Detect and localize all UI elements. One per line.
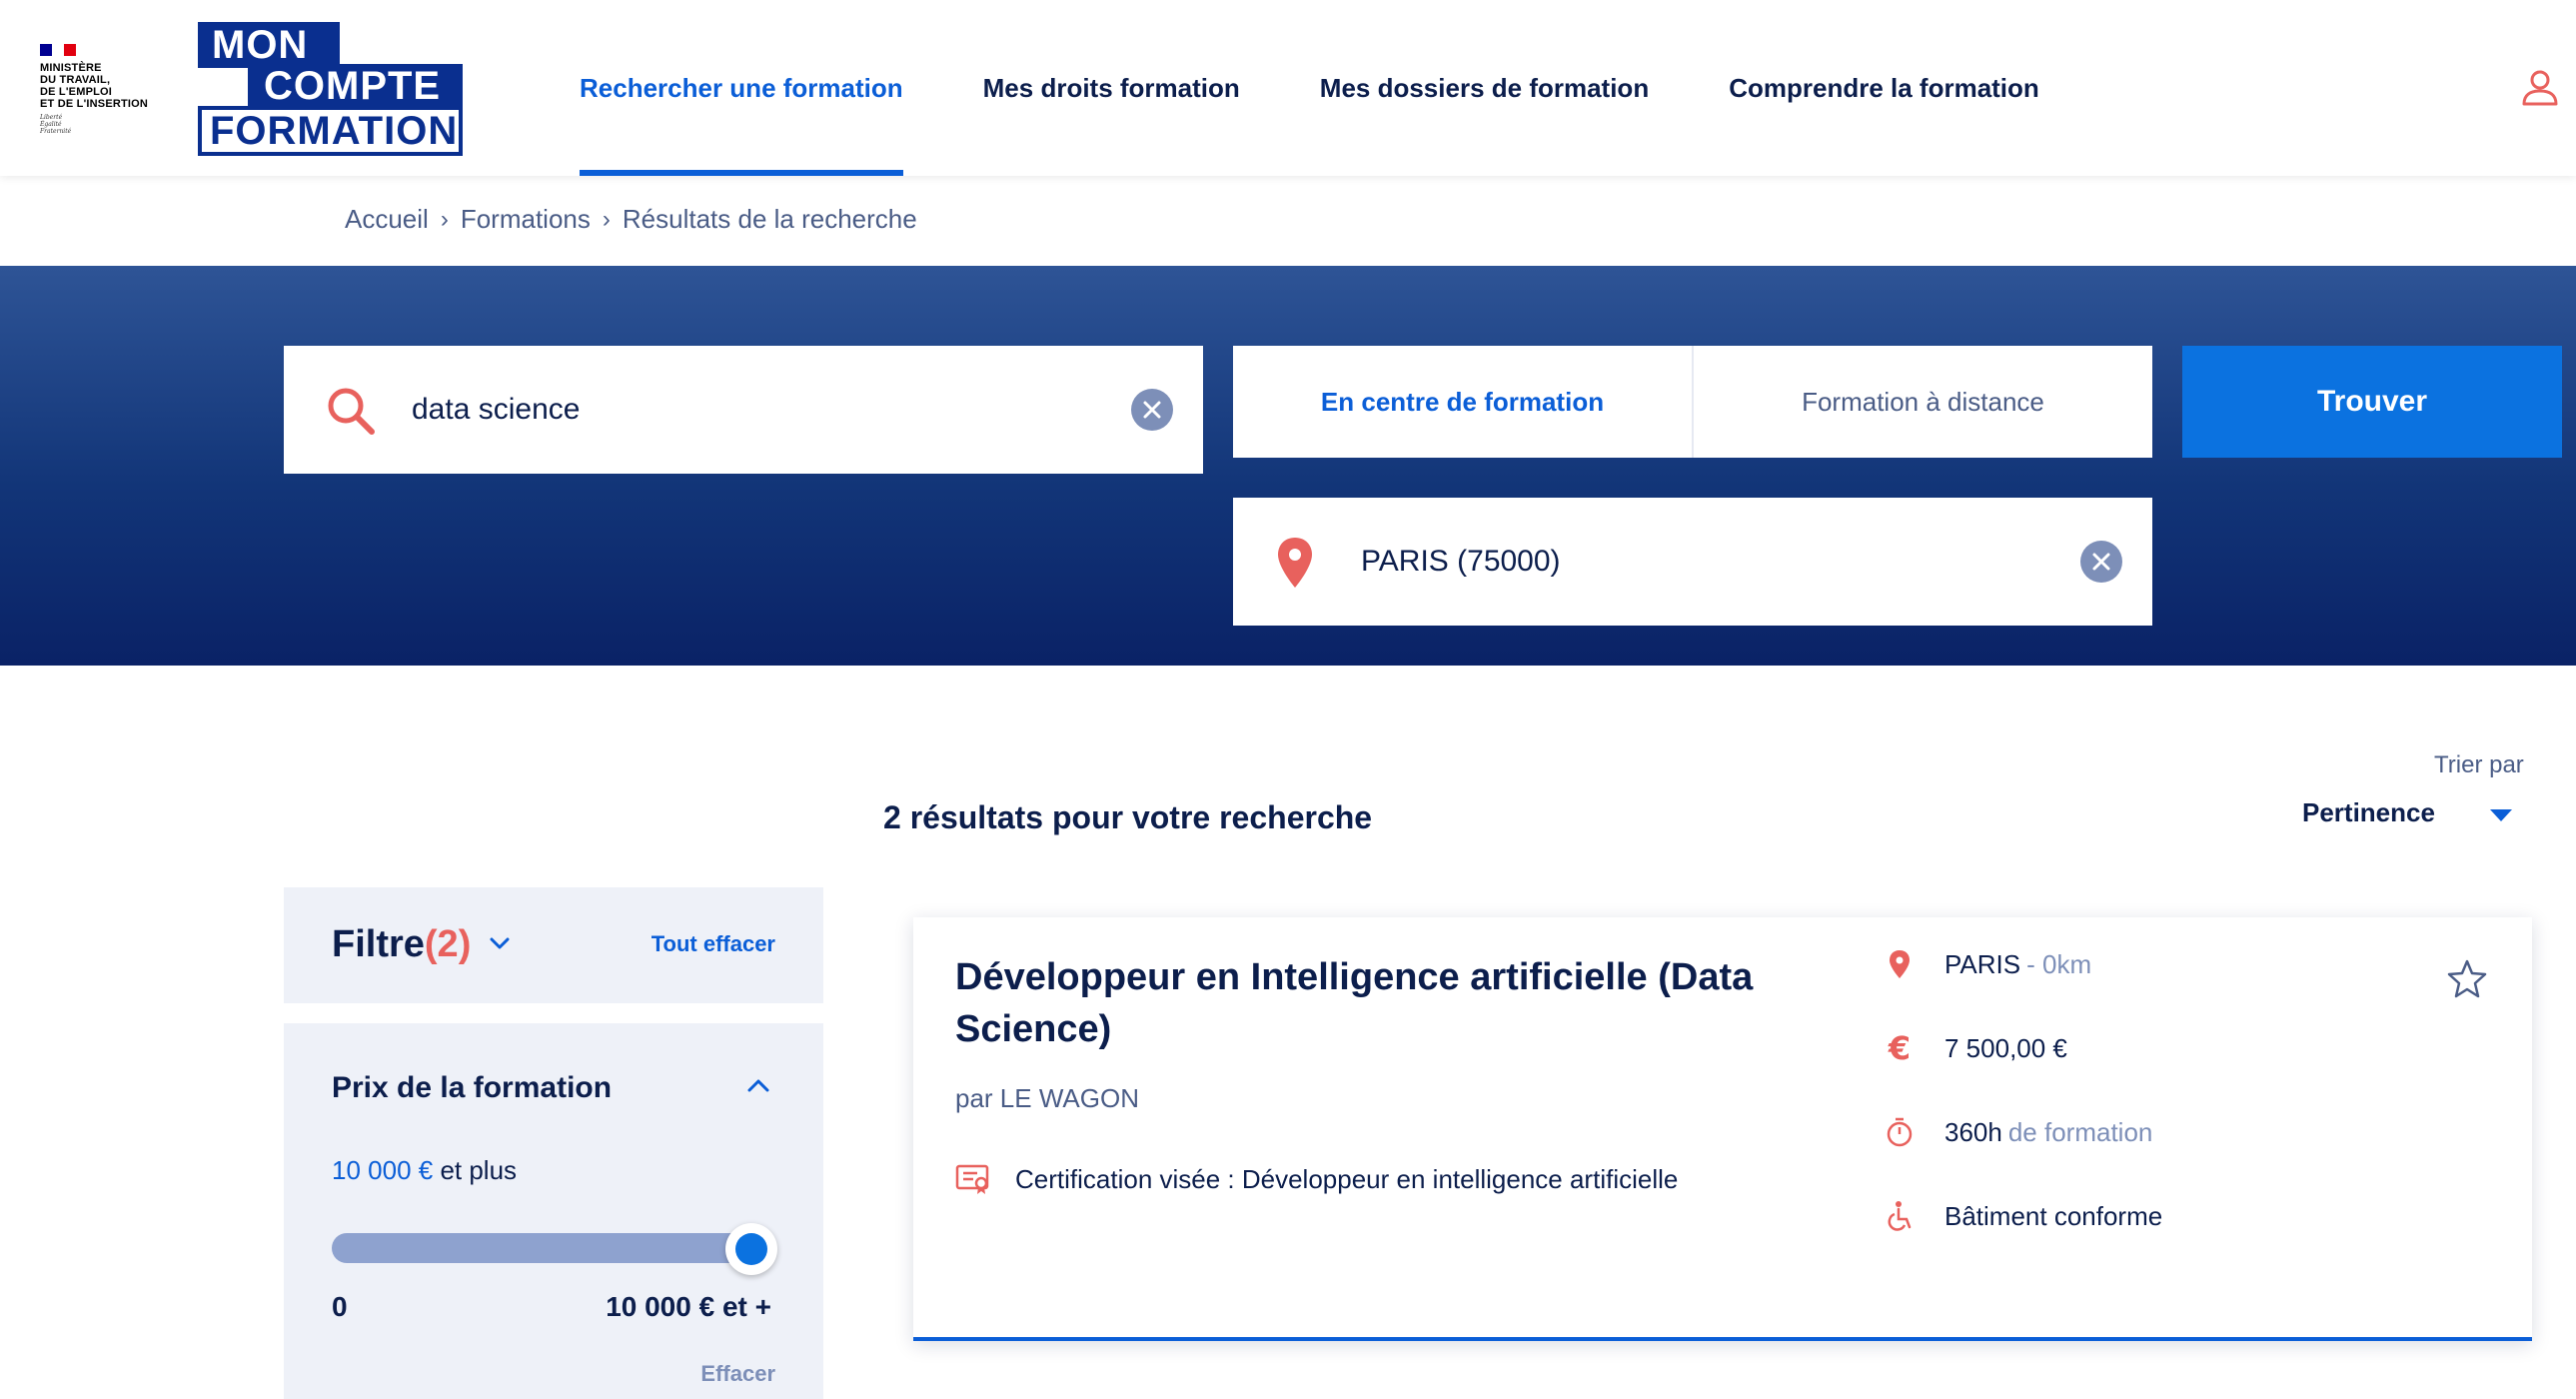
- price-slider-track[interactable]: [332, 1233, 771, 1263]
- search-band: data science En centre de formation Form…: [0, 266, 2576, 666]
- french-flag-icon: [40, 44, 76, 56]
- location-input[interactable]: PARIS (75000): [1233, 498, 2152, 626]
- sort-select[interactable]: Pertinence: [2302, 797, 2512, 833]
- search-input[interactable]: data science: [284, 346, 1203, 474]
- nav-understand-training[interactable]: Comprendre la formation: [1729, 0, 2039, 176]
- mon-compte-formation-logo[interactable]: MON COMPTE FORMATION: [198, 22, 463, 156]
- user-icon[interactable]: [2520, 68, 2560, 108]
- logo-line-mon: MON: [198, 22, 340, 68]
- search-icon: [328, 388, 375, 435]
- breadcrumb: Accueil › Formations › Résultats de la r…: [345, 204, 917, 235]
- mode-distance-button[interactable]: Formation à distance: [1692, 346, 2152, 458]
- price-slider-min: 0: [332, 1291, 348, 1322]
- main-nav: Rechercher une formation Mes droits form…: [580, 0, 2119, 176]
- caret-down-icon: [2490, 809, 2512, 821]
- training-title[interactable]: Développeur en Intelligence artificielle…: [955, 951, 1815, 1055]
- stopwatch-icon: [1883, 1115, 1917, 1149]
- filter-header: Filtre(2) Tout effacer: [284, 887, 823, 1003]
- wheelchair-icon: [1883, 1199, 1917, 1233]
- training-accessibility: Bâtiment conforme: [1883, 1199, 2162, 1233]
- star-icon[interactable]: [2446, 957, 2488, 999]
- ministry-name: MINISTÈRE DU TRAVAIL, DE L'EMPLOI ET DE …: [40, 62, 149, 110]
- training-price: € 7 500,00 €: [1883, 1029, 2067, 1067]
- price-filter-title[interactable]: Prix de la formation: [332, 1071, 612, 1105]
- clear-all-filters-button[interactable]: Tout effacer: [651, 931, 775, 957]
- chevron-right-icon: ›: [602, 205, 611, 233]
- logo-line-formation: FORMATION: [198, 106, 463, 156]
- certificate-icon: [955, 1164, 989, 1194]
- training-organization: par LE WAGON: [955, 1083, 1139, 1113]
- find-button[interactable]: Trouver: [2182, 346, 2562, 458]
- training-certification: Certification visée : Développeur en int…: [955, 1163, 1678, 1195]
- price-filter-panel: Prix de la formation 10 000 € et plus 0 …: [284, 1023, 823, 1399]
- location-pin-icon: [1278, 538, 1312, 588]
- price-slider-handle[interactable]: [725, 1223, 777, 1275]
- breadcrumb-current: Résultats de la recherche: [622, 204, 917, 234]
- mode-in-center-button[interactable]: En centre de formation: [1233, 346, 1692, 458]
- ministry-logo[interactable]: MINISTÈRE DU TRAVAIL, DE L'EMPLOI ET DE …: [40, 44, 180, 135]
- chevron-right-icon: ›: [440, 205, 449, 233]
- filter-title[interactable]: Filtre(2): [332, 923, 471, 966]
- price-slider-max: 10 000 € et +: [606, 1291, 771, 1322]
- site-header: MINISTÈRE DU TRAVAIL, DE L'EMPLOI ET DE …: [0, 0, 2576, 176]
- search-query-value: data science: [412, 393, 581, 426]
- filter-count: (2): [424, 923, 472, 965]
- results-count: 2 résultats pour votre recherche: [883, 799, 1373, 835]
- location-pin-icon: [1883, 947, 1917, 981]
- training-mode-toggle: En centre de formation Formation à dista…: [1233, 346, 2152, 458]
- nav-search-training[interactable]: Rechercher une formation: [580, 0, 903, 176]
- price-filter-value: 10 000 € et plus: [332, 1155, 518, 1185]
- breadcrumb-formations[interactable]: Formations: [461, 204, 591, 235]
- training-result-card[interactable]: Développeur en Intelligence artificielle…: [913, 917, 2532, 1341]
- location-value: PARIS (75000): [1361, 545, 1561, 578]
- nav-my-rights[interactable]: Mes droits formation: [983, 0, 1240, 176]
- breadcrumb-home[interactable]: Accueil: [345, 204, 429, 235]
- nav-my-files[interactable]: Mes dossiers de formation: [1320, 0, 1649, 176]
- chevron-up-icon[interactable]: [745, 1073, 771, 1099]
- euro-icon: €: [1888, 1029, 1912, 1067]
- sort-label: Trier par: [2434, 751, 2524, 778]
- clear-search-icon[interactable]: [1131, 389, 1173, 431]
- clear-location-icon[interactable]: [2080, 541, 2122, 583]
- republic-motto: Liberté Égalité Fraternité: [40, 114, 72, 135]
- training-location: PARIS - 0km: [1883, 947, 2091, 981]
- logo-line-compte: COMPTE: [248, 64, 463, 108]
- chevron-down-icon[interactable]: [488, 931, 512, 955]
- clear-price-filter-button[interactable]: Effacer: [700, 1361, 775, 1387]
- training-duration: 360h de formation: [1883, 1115, 2152, 1149]
- sort-value: Pertinence: [2302, 797, 2435, 827]
